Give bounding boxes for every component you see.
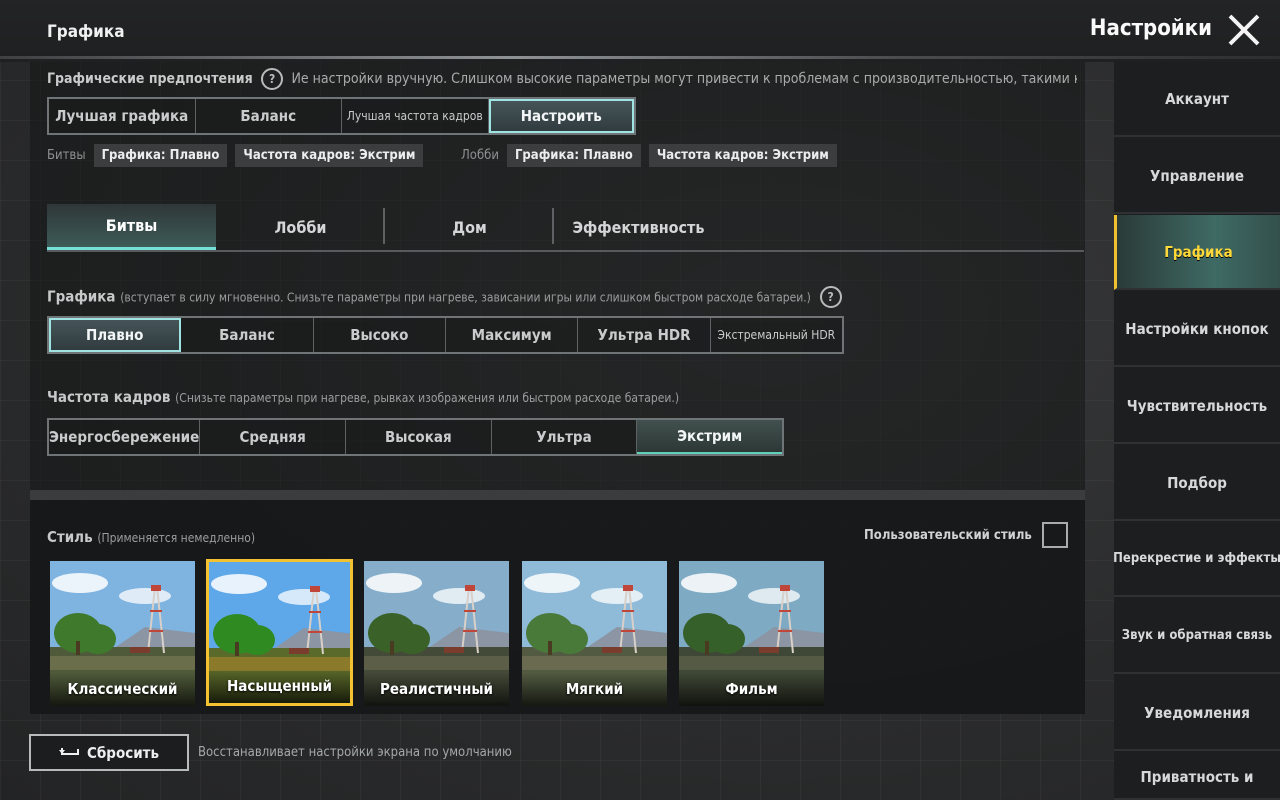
- custom-style-checkbox[interactable]: [1041, 522, 1068, 548]
- pref-option-custom[interactable]: Настроить: [488, 99, 634, 133]
- preferences-selector: Лучшая графика Баланс Лучшая частота кад…: [47, 97, 636, 135]
- style-option-film[interactable]: Фильм: [679, 561, 824, 706]
- tab-efficiency[interactable]: Эффективность: [554, 204, 723, 250]
- style-option-saturated[interactable]: Насыщенный: [206, 559, 353, 706]
- sidebar-item-sensitivity[interactable]: Чувствительность: [1114, 369, 1280, 444]
- sidebar-item-account[interactable]: Аккаунт: [1114, 62, 1280, 137]
- battles-fps-chip: Частота кадров: Экстрим: [235, 144, 424, 167]
- lobby-graphics-chip: Графика: Плавно: [506, 144, 641, 167]
- style-label: Стиль: [47, 528, 93, 546]
- style-option-label: Фильм: [679, 672, 824, 706]
- mode-tabs: Битвы Лобби Дом Эффективность: [47, 204, 1084, 252]
- sidebar-item-crosshair[interactable]: Перекрестие и эффекты: [1114, 522, 1280, 597]
- battles-info: Битвы Графика: Плавно Частота кадров: Эк…: [47, 144, 424, 167]
- sidebar-item-controls[interactable]: Управление: [1114, 139, 1280, 214]
- sidebar-item-privacy[interactable]: Приватность и: [1114, 752, 1280, 800]
- sidebar-item-matchmaking[interactable]: Подбор: [1114, 446, 1280, 521]
- close-icon[interactable]: [1226, 12, 1262, 48]
- fps-option-medium[interactable]: Средняя: [200, 420, 346, 454]
- graphics-help-icon[interactable]: ?: [819, 286, 842, 308]
- battles-info-label: Битвы: [47, 148, 86, 163]
- graphics-option-ultra-hdr[interactable]: Ультра HDR: [578, 318, 711, 352]
- top-bar: [0, 0, 1280, 62]
- pref-option-best-fps[interactable]: Лучшая частота кадров: [342, 99, 489, 133]
- help-icon[interactable]: ?: [261, 68, 284, 90]
- fps-option-ultra[interactable]: Ультра: [491, 420, 638, 454]
- style-label-row: Стиль (Применяется немедленно): [47, 528, 255, 546]
- preferences-hint: Ие настройки вручную. Слишком высокие па…: [291, 71, 1077, 87]
- fps-option-power-saving[interactable]: Энергосбережение: [49, 420, 201, 454]
- sidebar-item-sound[interactable]: Звук и обратная связь: [1114, 599, 1280, 674]
- fps-selector: Энергосбережение Средняя Высокая Ультра …: [47, 418, 784, 456]
- style-option-label: Мягкий: [522, 672, 667, 706]
- tab-lobby[interactable]: Лобби: [216, 204, 385, 250]
- graphics-hint: (вступает в силу мгновенно. Снизьте пара…: [120, 290, 811, 305]
- custom-style-label: Пользовательский стиль: [864, 527, 1032, 543]
- lobby-fps-chip: Частота кадров: Экстрим: [648, 144, 837, 167]
- style-option-label: Насыщенный: [209, 669, 350, 703]
- sidebar-item-notifications[interactable]: Уведомления: [1114, 676, 1280, 751]
- lobby-info: Лобби Графика: Плавно Частота кадров: Эк…: [461, 144, 837, 167]
- graphics-label: Графика: [47, 287, 116, 306]
- fps-label: Частота кадров: [47, 388, 171, 406]
- graphics-option-smooth[interactable]: Плавно: [49, 318, 182, 352]
- style-option-realistic[interactable]: Реалистичный: [364, 561, 509, 706]
- lobby-info-label: Лобби: [461, 148, 499, 163]
- pref-option-balance[interactable]: Баланс: [195, 99, 342, 133]
- style-hint: (Применяется немедленно): [97, 531, 256, 545]
- reset-hint: Восстанавливает настройки экрана по умол…: [198, 745, 512, 760]
- pref-option-best-graphics[interactable]: Лучшая графика: [49, 99, 196, 133]
- sidebar-item-button-settings[interactable]: Настройки кнопок: [1114, 292, 1280, 367]
- section-divider: [30, 490, 1085, 500]
- settings-title: Настройки: [1089, 16, 1212, 41]
- graphics-option-extreme-hdr[interactable]: Экстремальный HDR: [710, 318, 842, 352]
- undo-icon: [58, 747, 79, 755]
- graphics-label-row: Графика (вступает в силу мгновенно. Сниз…: [47, 286, 846, 308]
- fps-option-extreme[interactable]: Экстрим: [637, 420, 782, 454]
- section-title: Графика: [47, 22, 125, 42]
- reset-button[interactable]: Сбросить: [29, 734, 189, 771]
- fps-hint: (Снизьте параметры при нагреве, рывках и…: [175, 391, 680, 405]
- tab-battles[interactable]: Битвы: [47, 204, 216, 250]
- style-option-soft[interactable]: Мягкий: [522, 561, 667, 706]
- preferences-title: Графические предпочтения: [47, 71, 253, 87]
- sidebar-item-graphics[interactable]: Графика: [1114, 215, 1280, 290]
- tab-home[interactable]: Дом: [385, 204, 554, 250]
- top-bar-divider: [0, 56, 1280, 59]
- custom-style-toggle[interactable]: Пользовательский стиль: [864, 522, 1068, 548]
- battles-graphics-chip: Графика: Плавно: [93, 144, 228, 167]
- graphics-option-balance[interactable]: Баланс: [181, 318, 314, 352]
- style-option-label: Классический: [50, 672, 195, 706]
- fps-label-row: Частота кадров (Снизьте параметры при на…: [47, 388, 679, 406]
- graphics-option-max[interactable]: Максимум: [445, 318, 579, 352]
- style-option-classic[interactable]: Классический: [50, 561, 195, 706]
- preferences-title-row: Графические предпочтения ? Ие настройки …: [47, 68, 1077, 90]
- reset-label: Сбросить: [86, 743, 160, 762]
- style-option-label: Реалистичный: [364, 672, 509, 706]
- graphics-option-high[interactable]: Высоко: [313, 318, 446, 352]
- fps-option-high[interactable]: Высокая: [345, 420, 492, 454]
- graphics-selector: Плавно Баланс Высоко Максимум Ультра HDR…: [47, 316, 844, 354]
